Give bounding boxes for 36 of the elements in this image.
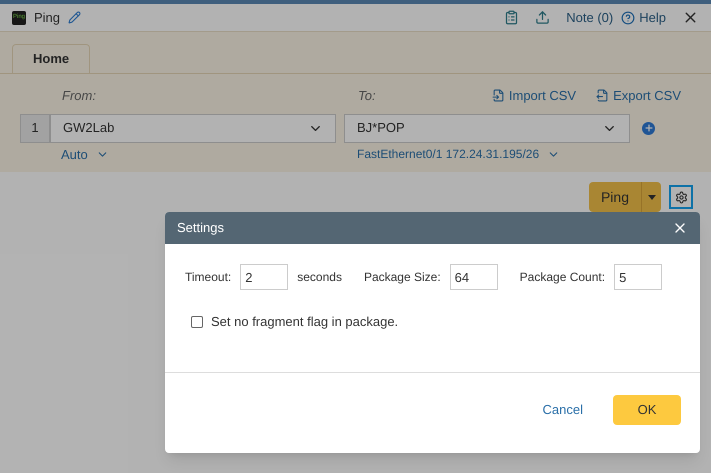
file-import-icon <box>492 89 505 102</box>
add-icon[interactable] <box>642 122 655 134</box>
import-csv-link[interactable]: Import CSV <box>492 86 576 106</box>
destination-dropdown[interactable]: BJ*POP <box>344 114 630 142</box>
source-dropdown[interactable]: GW2Lab <box>50 114 336 142</box>
help-link[interactable]: Help <box>639 8 666 28</box>
cancel-button[interactable]: Cancel <box>542 400 583 420</box>
note-button[interactable]: Note (0) <box>566 8 614 28</box>
row-number: 1 <box>20 114 50 142</box>
dialog-title: Settings <box>177 219 224 238</box>
tab[interactable]: Home <box>12 44 90 73</box>
field-label: From: <box>62 87 97 105</box>
window-title: Ping <box>34 8 60 27</box>
caret-icon <box>648 194 656 200</box>
edit-icon[interactable] <box>68 11 82 24</box>
ok-button[interactable]: OK <box>613 394 681 424</box>
number-field[interactable]: 2 <box>240 264 288 290</box>
field-label: To: <box>358 87 377 105</box>
interface-dropdown[interactable]: Auto <box>61 144 357 164</box>
field-label: Timeout: <box>185 269 232 286</box>
number-field[interactable]: 5 <box>614 264 662 290</box>
gear-icon <box>674 190 688 204</box>
settings-button[interactable] <box>669 185 693 209</box>
interface-dropdown[interactable]: FastEthernet0/1 172.24.31.195/26 <box>357 144 560 164</box>
checkbox-label: Set no fragment flag in package. <box>211 313 398 331</box>
field-label: Package Count: <box>520 269 606 286</box>
unit-label: seconds <box>297 269 342 286</box>
help-icon <box>621 10 636 24</box>
file-export-icon <box>596 89 610 102</box>
number-field[interactable]: 64 <box>450 264 498 290</box>
clipboard-icon[interactable] <box>504 10 520 25</box>
checkbox[interactable] <box>191 316 203 328</box>
field-label: Package Size: <box>364 269 441 286</box>
ping-split-button[interactable]: Ping <box>588 182 661 212</box>
upload-icon[interactable] <box>535 10 550 25</box>
export-csv-link[interactable]: Export CSV <box>596 86 681 106</box>
